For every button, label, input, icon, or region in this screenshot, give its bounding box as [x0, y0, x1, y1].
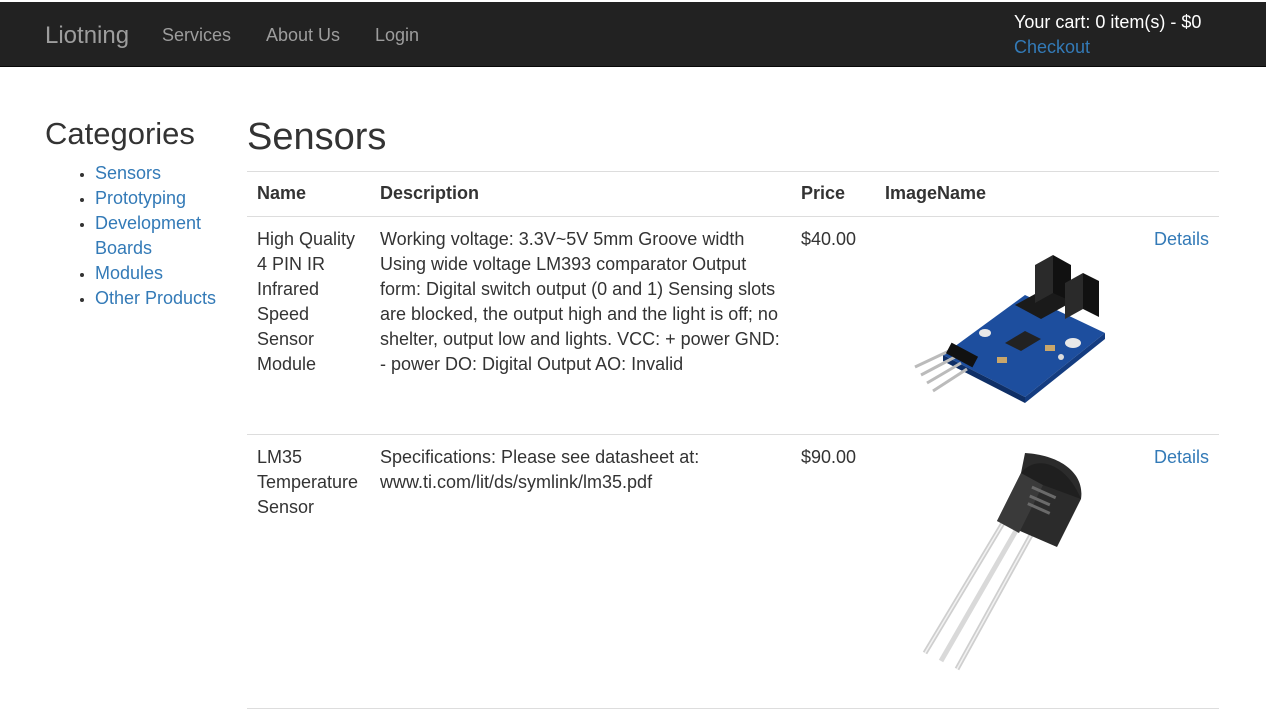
category-item-other-products: Other Products [95, 286, 225, 311]
nav-login-link[interactable]: Login [375, 23, 419, 47]
cart-summary: Your cart: 0 item(s) - $0 [1014, 12, 1202, 32]
product-description: Specifications: Please see datasheet at:… [370, 434, 791, 709]
brand-logo-link[interactable]: Liotning [45, 22, 129, 50]
checkout-link[interactable]: Checkout [1014, 35, 1254, 59]
category-item-sensors: Sensors [95, 161, 225, 186]
table-row: LM35 Temperature Sensor Specifications: … [247, 434, 1219, 709]
product-name: LM35 Temperature Sensor [247, 434, 370, 709]
category-link-prototyping[interactable]: Prototyping [95, 188, 186, 208]
cart-widget: Your cart: 0 item(s) - $0 Checkout [1014, 10, 1254, 59]
column-header-imagename: ImageName [875, 171, 1137, 217]
category-link-development-boards[interactable]: Development Boards [95, 213, 201, 258]
table-header-row: Name Description Price ImageName [247, 171, 1219, 217]
nav-services-link[interactable]: Services [162, 23, 231, 47]
category-link-other-products[interactable]: Other Products [95, 288, 216, 308]
product-price: $40.00 [791, 216, 875, 435]
lm35-temperature-sensor-image [922, 453, 1082, 671]
category-link-modules[interactable]: Modules [95, 263, 163, 283]
column-header-actions [1137, 171, 1219, 217]
products-table: Name Description Price ImageName High Qu… [247, 171, 1219, 709]
category-list: Sensors Prototyping Development Boards M… [45, 161, 225, 311]
page-title: Sensors [247, 116, 387, 158]
column-header-name: Name [247, 171, 370, 217]
product-image-cell [875, 216, 1137, 435]
column-header-description: Description [370, 171, 791, 217]
categories-sidebar: Categories Sensors Prototyping Developme… [45, 114, 225, 311]
top-navbar: Liotning Services About Us Login Your ca… [0, 2, 1266, 67]
product-name: High Quality 4 PIN IR Infrared Speed Sen… [247, 216, 370, 435]
main-content: Sensors Name Description Price ImageName… [247, 113, 1219, 709]
categories-title: Categories [45, 116, 195, 151]
category-item-modules: Modules [95, 261, 225, 286]
details-link[interactable]: Details [1154, 447, 1209, 467]
product-image-cell [875, 434, 1137, 709]
details-cell: Details [1137, 434, 1219, 709]
column-header-price: Price [791, 171, 875, 217]
category-link-sensors[interactable]: Sensors [95, 163, 161, 183]
ir-speed-sensor-image [914, 255, 1105, 403]
category-item-development-boards: Development Boards [95, 211, 225, 261]
table-row: High Quality 4 PIN IR Infrared Speed Sen… [247, 216, 1219, 435]
details-link[interactable]: Details [1154, 229, 1209, 249]
details-cell: Details [1137, 216, 1219, 435]
product-description: Working voltage: 3.3V~5V 5mm Groove widt… [370, 216, 791, 435]
product-price: $90.00 [791, 434, 875, 709]
nav-about-link[interactable]: About Us [266, 23, 340, 47]
category-item-prototyping: Prototyping [95, 186, 225, 211]
